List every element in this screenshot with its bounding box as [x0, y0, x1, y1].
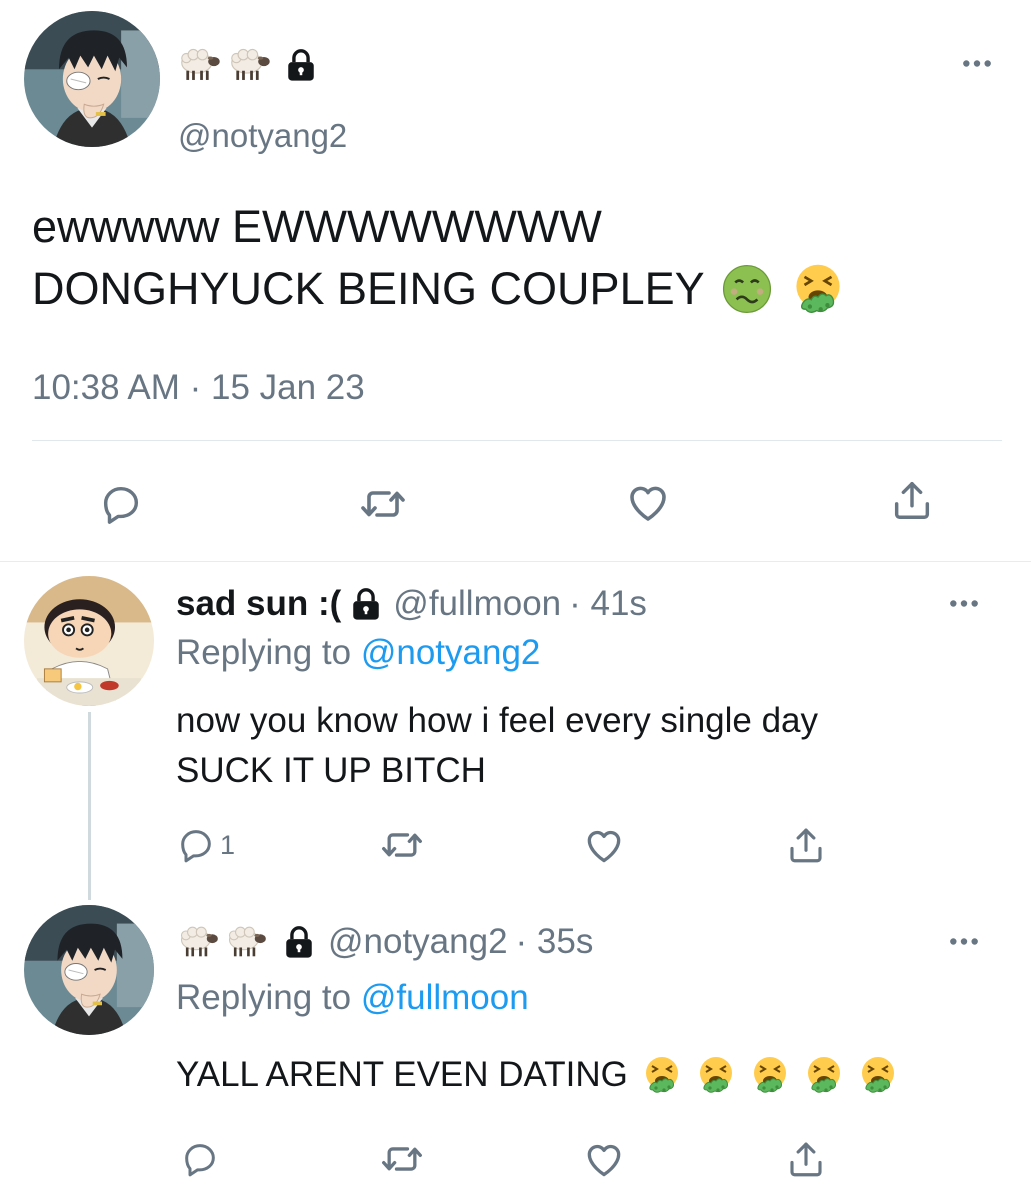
reply-header: @notyang2 · 35s [176, 920, 593, 964]
reply-button[interactable] [176, 1136, 224, 1182]
tweet-text-line2: DONGHYUCK BEING COUPLEY [32, 258, 845, 320]
replying-to: Replying to @notyang2 [176, 633, 540, 673]
replying-to-prefix: Replying to [176, 633, 352, 672]
reply-button[interactable] [93, 476, 149, 532]
sheep-icon [176, 924, 220, 960]
tweet-text-line2-words: DONGHYUCK BEING COUPLEY [32, 263, 705, 314]
share-icon [889, 477, 935, 523]
reply-icon [180, 1139, 220, 1179]
handle[interactable]: @notyang2 [328, 922, 508, 962]
tweet-text-line1: ewwwww EWWWWWWWW [32, 201, 602, 252]
like-button[interactable] [580, 1136, 628, 1182]
reply-header: sad sun :( @fullmoon · 41s [176, 582, 647, 626]
display-name[interactable]: sad sun :( [176, 584, 341, 624]
like-button[interactable] [580, 822, 628, 868]
share-button[interactable] [782, 1136, 830, 1182]
tweet-text: YALL ARENT EVEN DATING [176, 1050, 898, 1100]
sheep-icon [176, 46, 222, 84]
replying-to-link[interactable]: @notyang2 [361, 633, 541, 672]
sheep-icon [224, 924, 268, 960]
retweet-button[interactable] [355, 476, 411, 532]
vomiting-face-icon [696, 1055, 736, 1095]
vomiting-face-icon [804, 1055, 844, 1095]
lock-icon [282, 925, 316, 959]
tweet-text-line2: SUCK IT UP BITCH [176, 751, 486, 790]
section-divider [0, 561, 1031, 562]
time[interactable]: · 41s [569, 584, 647, 624]
retweet-button[interactable] [378, 1136, 426, 1182]
replying-to-link[interactable]: @fullmoon [361, 978, 529, 1017]
vomiting-face-icon [642, 1055, 682, 1095]
like-icon [624, 478, 672, 526]
lock-icon [284, 48, 318, 82]
avatar[interactable] [24, 905, 154, 1035]
tweet-text: now you know how i feel every single day… [176, 696, 818, 796]
reply-icon [98, 481, 144, 527]
sheep-icon [226, 46, 272, 84]
share-icon [785, 824, 827, 866]
thread-line [88, 712, 91, 900]
more-icon[interactable] [948, 936, 980, 947]
more-icon[interactable] [961, 58, 993, 69]
vomiting-face-icon [858, 1055, 898, 1095]
tweet-text: ewwwww EWWWWWWWW DONGHYUCK BEING COUPLEY [32, 196, 845, 320]
share-button[interactable] [782, 822, 830, 868]
vomiting-face-icon [791, 262, 845, 316]
replying-to-prefix: Replying to [176, 978, 352, 1017]
reply-icon [176, 825, 216, 865]
more-icon[interactable] [948, 598, 980, 609]
avatar[interactable] [24, 11, 160, 147]
replying-to: Replying to @fullmoon [176, 978, 529, 1018]
share-button[interactable] [884, 472, 940, 528]
divider [32, 440, 1002, 441]
like-icon [582, 1137, 626, 1181]
share-icon [785, 1138, 827, 1180]
reply-button[interactable]: 1 [176, 822, 235, 868]
tweet-text-line1: now you know how i feel every single day [176, 701, 819, 740]
retweet-button[interactable] [378, 822, 426, 868]
retweet-icon [380, 1137, 424, 1181]
handle[interactable]: @fullmoon [393, 584, 561, 624]
lock-icon [349, 587, 383, 621]
like-button[interactable] [620, 474, 676, 530]
reply-count: 1 [220, 829, 236, 860]
avatar[interactable] [24, 576, 154, 706]
tweet-text-words: YALL ARENT EVEN DATING [176, 1055, 628, 1094]
nauseated-face-icon [721, 263, 773, 315]
time[interactable]: · 35s [516, 922, 594, 962]
handle[interactable]: @notyang2 [178, 117, 347, 155]
display-name [176, 45, 318, 85]
like-icon [582, 823, 626, 867]
timestamp[interactable]: 10:38 AM · 15 Jan 23 [32, 368, 365, 408]
retweet-icon [380, 823, 424, 867]
retweet-icon [359, 480, 407, 528]
vomiting-face-icon [750, 1055, 790, 1095]
emoji-row [642, 1055, 898, 1095]
